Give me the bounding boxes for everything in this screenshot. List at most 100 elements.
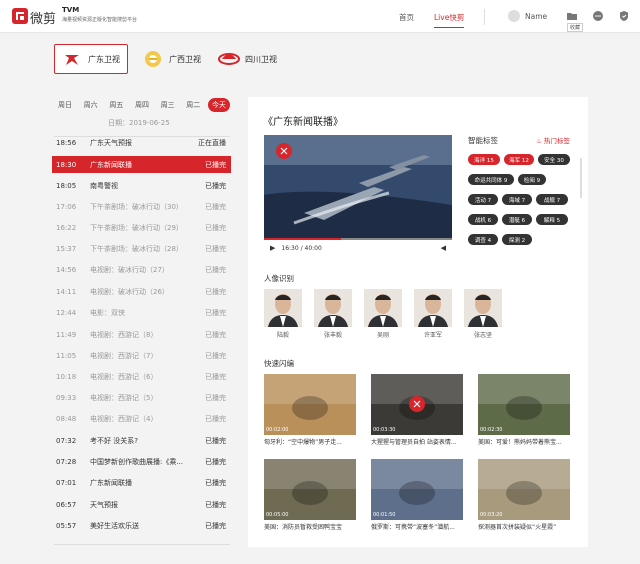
tag-chip[interactable]: 潜艇 6 — [502, 214, 532, 225]
day-thursday[interactable]: 周四 — [131, 98, 153, 112]
clip-caption[interactable]: 大猩猩与管理员自拍 站姿表情... — [371, 437, 463, 446]
clip-thumbnail[interactable]: 00:03:30 — [371, 374, 463, 435]
channel-guangxi[interactable]: 广西卫视 — [136, 44, 207, 74]
program-time: 11:05 — [56, 351, 77, 360]
face-recognition-title: 人像识别 — [264, 274, 294, 283]
channel-guangdong[interactable]: 广东卫视 — [54, 44, 128, 74]
program-row[interactable]: 16:22 下午茶剧场：破冰行动（29） 已播完 — [52, 219, 231, 236]
program-row[interactable]: 17:06 下午茶剧场：破冰行动（30） 已播完 — [52, 198, 231, 215]
clip-caption[interactable]: 俄罗斯：可携带“波塞冬”潜航... — [371, 522, 463, 531]
program-title: 《广东新闻联播》 — [263, 117, 343, 128]
program-time: 14:56 — [56, 265, 77, 274]
clip-caption[interactable]: 美国：消防员暂救受困鸭宝宝 — [264, 522, 356, 531]
person-photo[interactable] — [464, 289, 502, 327]
tag-chip[interactable]: 战机 6 — [468, 214, 498, 225]
program-status: 已播完 — [205, 414, 226, 423]
person-photo[interactable] — [314, 289, 352, 327]
clip-time: 00:05:00 — [266, 512, 289, 518]
video-player[interactable]: ▶ 16:30 / 40:00 ◀ — [264, 135, 452, 256]
tag-chip[interactable]: 解释 5 — [536, 214, 568, 225]
message-icon[interactable] — [592, 10, 604, 22]
program-name: 电视剧：破冰行动（27） — [90, 265, 169, 274]
clip-caption[interactable]: 探测器首次拼装疑似“火星霞” — [478, 522, 570, 531]
tag-chip[interactable]: 调查 4 — [468, 234, 498, 245]
day-wednesday[interactable]: 周三 — [157, 98, 179, 112]
day-sunday[interactable]: 周日 — [54, 98, 76, 112]
program-row[interactable]: 12:44 电影：双侠 已播完 — [52, 304, 231, 321]
person-name: 张丰毅 — [323, 332, 342, 339]
tag-chip[interactable]: 探测 2 — [502, 234, 532, 245]
clip-thumbnail[interactable]: 00:05:00 — [264, 459, 356, 520]
scissors-icon[interactable] — [276, 143, 292, 159]
program-row[interactable]: 18:05 南粤警视 已播完 — [52, 177, 231, 194]
program-status: 已播完 — [205, 478, 226, 487]
program-row[interactable]: 05:57 美好生活欢乐送 已播完 — [52, 517, 231, 534]
clip-thumbnail[interactable]: 00:03:20 — [478, 459, 570, 520]
program-time: 06:57 — [56, 500, 77, 509]
program-time: 18:30 — [56, 160, 77, 169]
channel-sichuan[interactable]: 四川卫视 — [212, 44, 283, 74]
divider — [54, 544, 230, 545]
shield-icon[interactable] — [618, 10, 630, 22]
tag-chip[interactable]: 活动 7 — [468, 194, 498, 205]
program-row[interactable]: 11:49 电视剧：西游记（8） 已播完 — [52, 326, 231, 343]
hot-tags-link[interactable]: ♨ 热门标签 — [536, 135, 570, 145]
program-row[interactable]: 14:11 电视剧：破冰行动（26） 已播完 — [52, 283, 231, 300]
folder-icon[interactable] — [566, 10, 578, 22]
tags-scrollbar[interactable] — [580, 158, 582, 198]
program-time: 09:33 — [56, 393, 77, 402]
person-photo[interactable] — [264, 289, 302, 327]
program-row[interactable]: 15:37 下午茶剧场：破冰行动（28） 已播完 — [52, 240, 231, 257]
tag-chip[interactable]: 检阅 9 — [518, 174, 546, 185]
clip-thumbnail[interactable]: 00:02:30 — [478, 374, 570, 435]
channel-label: 广西卫视 — [169, 54, 201, 64]
favorites-tooltip: 收藏 — [567, 23, 584, 32]
program-row[interactable]: 18:56 广东天气预报 正在直播 — [52, 134, 231, 151]
tag-chip[interactable]: 海军 12 — [504, 154, 534, 165]
clip-time: 00:03:30 — [373, 427, 396, 433]
clip-thumbnail[interactable]: 00:02:00 — [264, 374, 356, 435]
program-row[interactable]: 07:28 中国梦新创作歌曲展播:《乘... 已播完 — [52, 453, 231, 470]
program-name: 电视剧：西游记（7） — [90, 351, 158, 360]
program-status: 已播完 — [205, 244, 226, 253]
day-saturday[interactable]: 周六 — [80, 98, 102, 112]
play-icon[interactable]: ▶ — [270, 244, 275, 252]
day-today[interactable]: 今天 — [207, 98, 230, 112]
program-name: 电视剧：破冰行动（26） — [90, 287, 169, 296]
program-row[interactable]: 06:57 天气预报 已播完 — [52, 496, 231, 513]
program-time: 07:28 — [56, 457, 77, 466]
program-status: 已播完 — [205, 372, 226, 381]
program-row[interactable]: 10:18 电视剧：西游记（6） 已播完 — [52, 368, 231, 385]
program-row[interactable]: 14:56 电视剧：破冰行动（27） 已播完 — [52, 261, 231, 278]
program-row[interactable]: 08:48 电视剧：西游记（4） 已播完 — [52, 410, 231, 427]
person-photo[interactable] — [414, 289, 452, 327]
brand-subtitle: 海量视频资源正版化智能搜剪平台 — [62, 17, 138, 23]
avatar[interactable] — [508, 10, 520, 22]
tag-chip[interactable]: 安全 30 — [538, 154, 570, 165]
program-row[interactable]: 07:32 考不好 没关系? 已播完 — [52, 432, 231, 449]
program-time: 16:22 — [56, 223, 77, 232]
nav-live-clip[interactable]: Live快剪 — [434, 12, 465, 28]
guangxi-logo-icon — [142, 48, 164, 70]
tag-chip[interactable]: 战舰 7 — [536, 194, 568, 205]
user-name[interactable]: Name — [525, 12, 547, 21]
tag-chip[interactable]: 命运共同体 9 — [468, 174, 514, 185]
day-tuesday[interactable]: 周二 — [182, 98, 204, 112]
nav-home[interactable]: 首页 — [399, 12, 414, 23]
program-row[interactable]: 18:30 广东新闻联播 已播完 — [52, 156, 231, 173]
person-photo[interactable] — [364, 289, 402, 327]
clip-caption[interactable]: 匈牙利：“空中爆物”男子走... — [264, 437, 356, 446]
clip-caption[interactable]: 美国：可爱！熊妈妈带着熊宝... — [478, 437, 570, 446]
program-status: 已播完 — [205, 330, 226, 339]
program-row[interactable]: 11:05 电视剧：西游记（7） 已播完 — [52, 347, 231, 364]
program-row[interactable]: 09:33 电视剧：西游记（5） 已播完 — [52, 389, 231, 406]
person-name: 吴刚 — [376, 332, 389, 339]
scissors-icon[interactable] — [409, 396, 425, 412]
tag-chip[interactable]: 海域 7 — [502, 194, 532, 205]
program-row[interactable]: 07:01 广东新闻联播 已播完 — [52, 474, 231, 491]
day-friday[interactable]: 周五 — [105, 98, 127, 112]
guangdong-logo-icon — [61, 48, 83, 70]
clip-thumbnail[interactable]: 00:01:50 — [371, 459, 463, 520]
volume-icon[interactable]: ◀ — [441, 244, 446, 252]
tag-chip[interactable]: 海洋 15 — [468, 154, 500, 165]
